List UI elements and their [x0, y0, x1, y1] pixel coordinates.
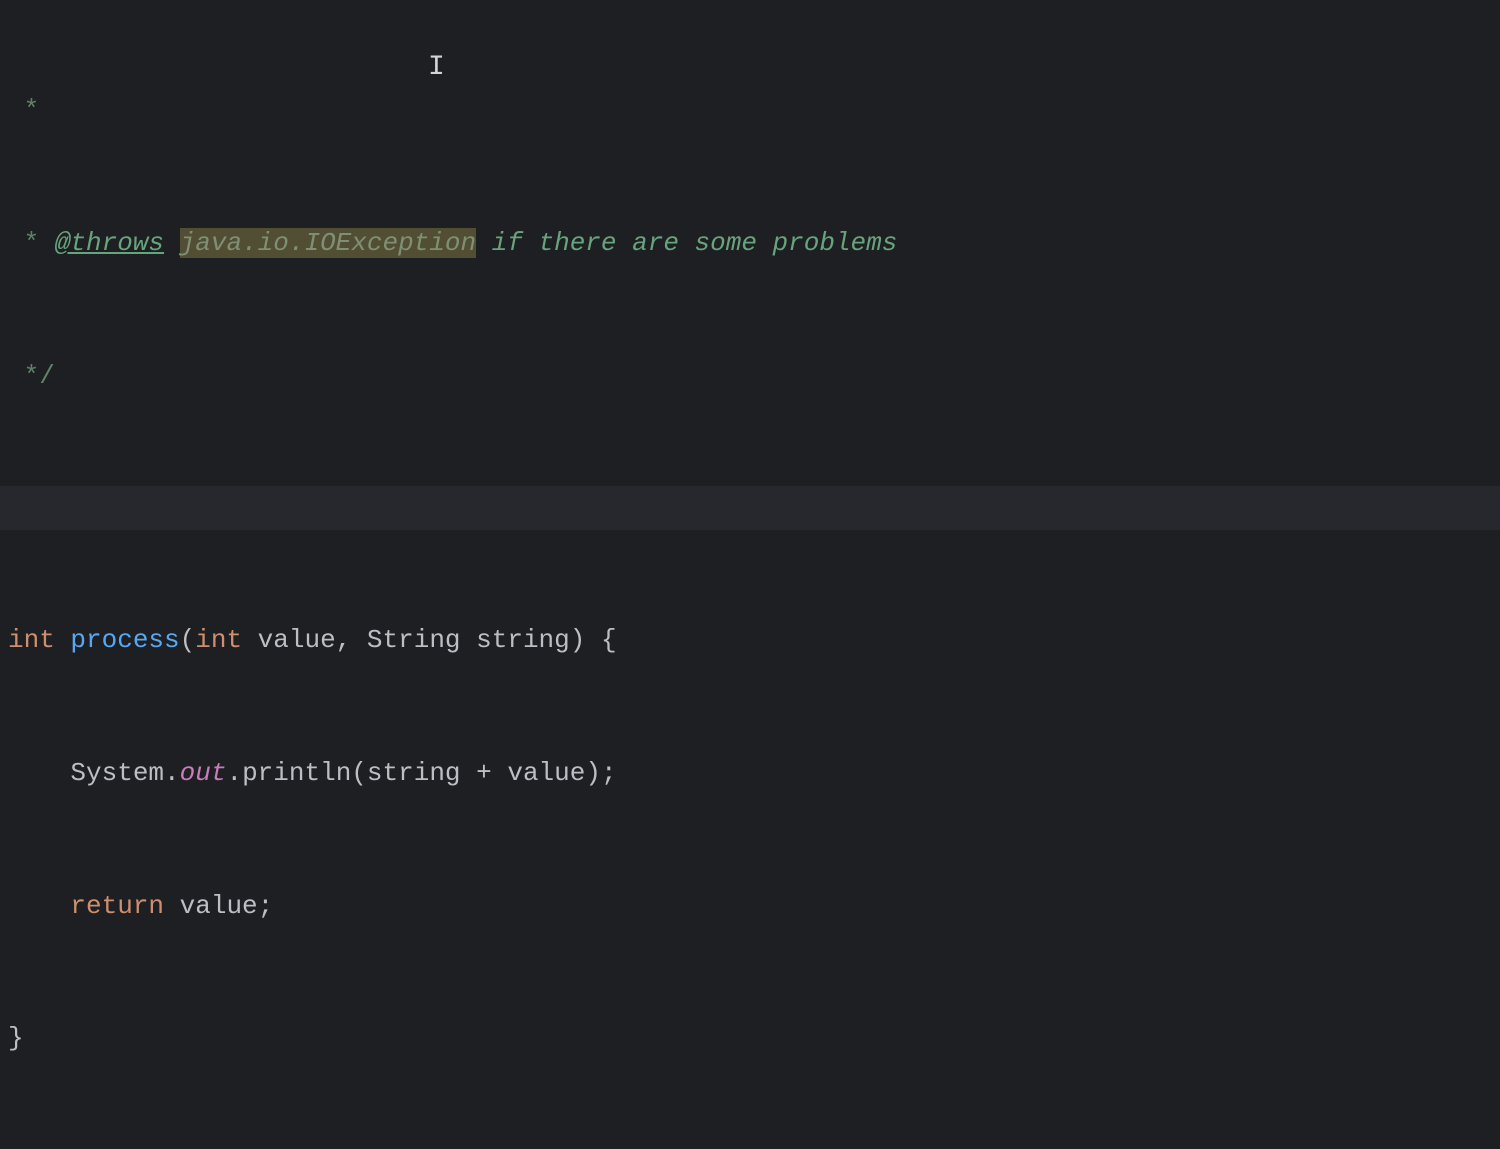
system-class: System	[70, 758, 164, 788]
param-value: value	[242, 625, 336, 655]
method-body-line-2[interactable]: return value;	[0, 884, 1500, 928]
param-string: string	[461, 625, 570, 655]
paren-close: )	[570, 625, 586, 655]
javadoc-star: *	[8, 95, 39, 125]
semicolon: ;	[601, 758, 617, 788]
javadoc-desc: if there are some problems	[476, 228, 897, 258]
return-value: value	[164, 891, 258, 921]
javadoc-line[interactable]: *	[0, 88, 1500, 132]
javadoc-line-throws[interactable]: * @throws java.io.IOException if there a…	[0, 221, 1500, 265]
method-signature-line[interactable]: int process(int value, String string) {	[0, 618, 1500, 662]
blank-line[interactable]	[0, 486, 1500, 530]
param-type-string: String	[367, 625, 461, 655]
method-name: process	[70, 625, 179, 655]
semicolon: ;	[258, 891, 274, 921]
arg-value: value	[507, 758, 585, 788]
javadoc-star: *	[8, 228, 55, 258]
brace-close: }	[8, 1023, 24, 1053]
text-cursor-icon: I	[428, 44, 445, 92]
arg-string: string	[367, 758, 461, 788]
javadoc-exception-ref[interactable]: java.io.IOException	[180, 228, 476, 258]
javadoc-close-line[interactable]: */	[0, 354, 1500, 398]
param-type-int: int	[195, 625, 242, 655]
keyword-int: int	[8, 625, 55, 655]
javadoc-close: */	[8, 361, 55, 391]
code-editor[interactable]: * * @throws java.io.IOException if there…	[0, 0, 1500, 1149]
out-field: out	[180, 758, 227, 788]
javadoc-throws-tag[interactable]: @throws	[55, 228, 164, 258]
keyword-return: return	[70, 891, 164, 921]
method-body-line-1[interactable]: System.out.println(string + value);	[0, 751, 1500, 795]
method-close-line[interactable]: }	[0, 1016, 1500, 1060]
paren-open: (	[180, 625, 196, 655]
brace-open: {	[585, 625, 616, 655]
println-call: println	[242, 758, 351, 788]
